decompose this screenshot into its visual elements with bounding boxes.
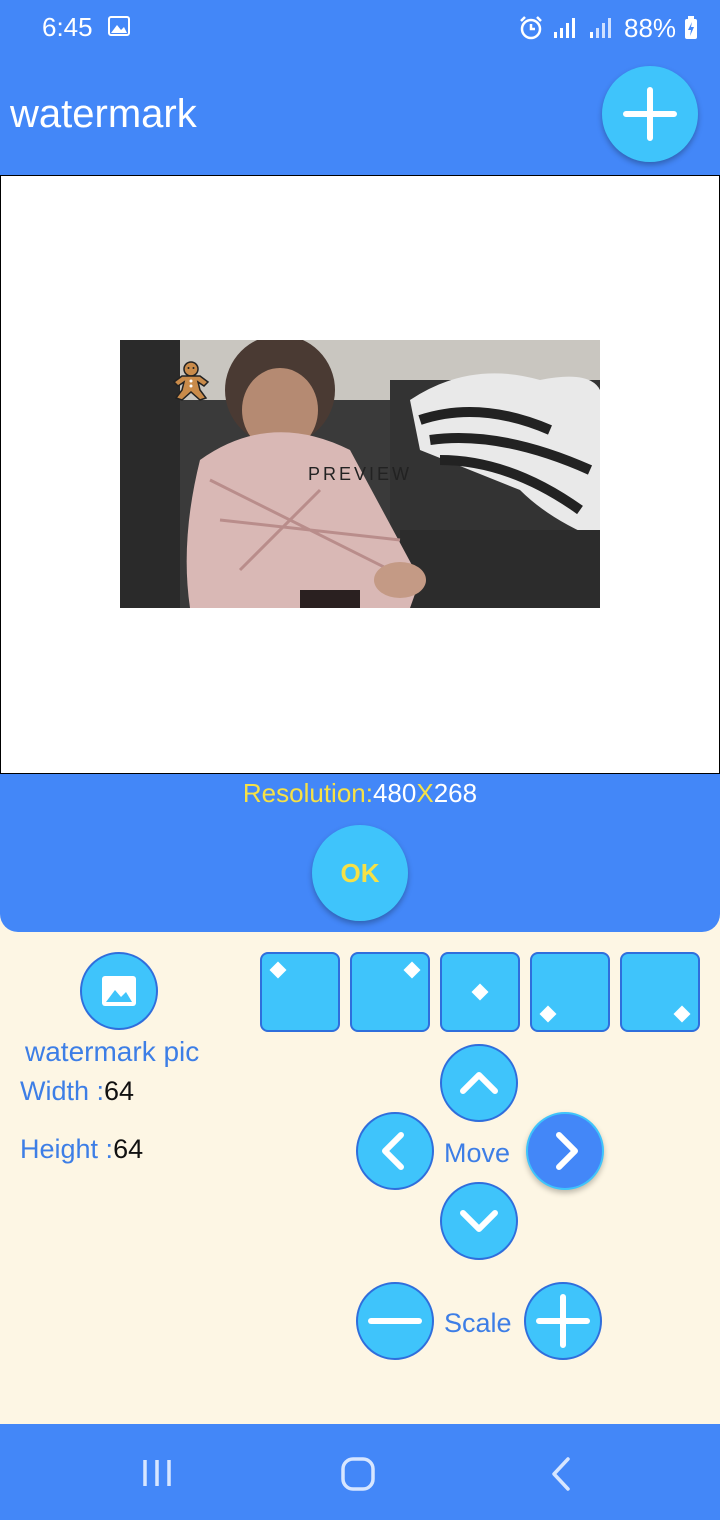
gingerbread-icon[interactable] [170, 360, 212, 402]
scale-up-button[interactable] [524, 1282, 602, 1360]
status-indicators: 88% [518, 12, 698, 44]
chevron-right-icon [556, 1132, 578, 1170]
move-right-button[interactable] [526, 1112, 604, 1190]
move-up-button[interactable] [440, 1044, 518, 1122]
signal-icon [554, 18, 575, 38]
position-center-button[interactable] [440, 952, 520, 1032]
battery-percent: 88% [624, 12, 677, 43]
back-icon[interactable] [546, 1456, 576, 1492]
resolution-width: 480 [372, 778, 417, 808]
preview-label: PREVIEW [307, 464, 412, 484]
plus-icon [623, 87, 677, 141]
signal-icon-2 [590, 18, 611, 38]
position-bottom-right-button[interactable] [620, 952, 700, 1032]
width-label: Width : [20, 1076, 105, 1106]
scale-down-button[interactable] [356, 1282, 434, 1360]
move-left-button[interactable] [356, 1112, 434, 1190]
resolution-separator: X [416, 778, 434, 808]
scale-label: Scale [444, 1308, 512, 1338]
height-row: Height :64 [20, 1134, 143, 1165]
diamond-icon [673, 1005, 691, 1023]
system-nav-bar [0, 1424, 720, 1520]
chevron-down-icon [460, 1210, 498, 1232]
battery-charging-icon [685, 16, 698, 39]
gallery-notification-icon [108, 16, 130, 36]
minus-icon [368, 1318, 422, 1324]
app-title: watermark [10, 92, 197, 136]
width-row: Width :64 [20, 1076, 134, 1107]
watermark-pic-button[interactable] [80, 952, 158, 1030]
diamond-icon [269, 961, 287, 979]
resolution-height: 268 [433, 778, 478, 808]
resolution-text: Resolution:480X268 [0, 778, 720, 809]
add-watermark-button[interactable] [602, 66, 698, 162]
recents-icon[interactable] [140, 1456, 174, 1490]
plus-icon [536, 1294, 590, 1348]
diamond-icon [471, 983, 489, 1001]
ok-button[interactable]: OK [312, 825, 408, 921]
home-icon[interactable] [340, 1456, 376, 1492]
width-value: 64 [104, 1076, 135, 1106]
resolution-prefix: Resolution: [242, 778, 373, 808]
watermark-pic-label: watermark pic [25, 1036, 200, 1067]
chevron-up-icon [460, 1072, 498, 1094]
position-top-right-button[interactable] [350, 952, 430, 1032]
chevron-left-icon [382, 1132, 404, 1170]
move-down-button[interactable] [440, 1182, 518, 1260]
image-icon [102, 976, 136, 1006]
height-label: Height : [20, 1134, 114, 1164]
position-bottom-left-button[interactable] [530, 952, 610, 1032]
position-top-left-button[interactable] [260, 952, 340, 1032]
height-value: 64 [113, 1134, 144, 1164]
alarm-icon [520, 16, 542, 40]
diamond-icon [539, 1005, 557, 1023]
move-label: Move [444, 1138, 511, 1168]
diamond-icon [403, 961, 421, 979]
status-time: 6:45 [42, 12, 93, 42]
